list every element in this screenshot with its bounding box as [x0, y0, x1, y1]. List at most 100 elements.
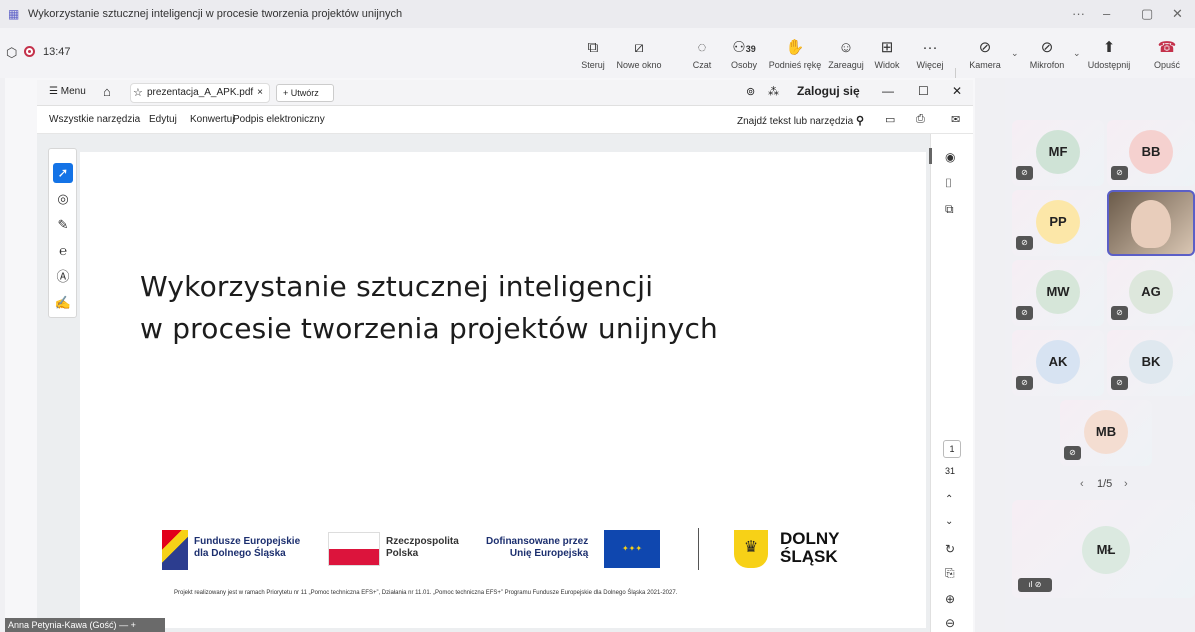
participant-tile-mb[interactable]: MB ⊘	[1060, 400, 1152, 466]
share-button[interactable]: ⬆ Udostępnij	[1087, 38, 1131, 74]
pdf-tab[interactable]: ☆ prezentacja_A_APK.pdf ×	[130, 83, 270, 103]
gallery-next-icon[interactable]: ›	[1124, 478, 1128, 490]
new-window-icon: ⧄	[634, 39, 644, 56]
camera-options-chevron-icon[interactable]: ⌄	[1011, 48, 1019, 59]
select-tool-icon[interactable]: ➚	[53, 163, 73, 183]
lasso-tool-icon[interactable]: ℮	[53, 241, 73, 261]
avatar: MB	[1084, 410, 1128, 454]
more-icon: ···	[922, 39, 938, 56]
home-icon[interactable]: ⌂	[103, 84, 111, 99]
comment-tool-icon[interactable]: ◎	[53, 189, 73, 209]
gallery-pager: 1/5	[1097, 478, 1113, 490]
react-icon: ☺	[838, 39, 854, 56]
mic-muted-icon: ıl ⊘	[1018, 578, 1052, 592]
menu-esign[interactable]: Podpis elektroniczny	[233, 114, 325, 125]
apps-icon[interactable]: ⁂	[768, 85, 779, 98]
zoom-out-icon[interactable]: ⊖	[945, 616, 955, 630]
logo-eu-line1: Dofinansowane przez	[486, 536, 589, 547]
pdf-maximize-button[interactable]: ☐	[918, 84, 929, 98]
page-up-icon[interactable]: ⌃	[945, 494, 953, 505]
page-fit-icon[interactable]: ⎘	[945, 566, 955, 581]
menu-edit[interactable]: Edytuj	[149, 114, 177, 125]
new-tab-button[interactable]: + Utwórz	[276, 84, 334, 102]
ai-assistant-icon[interactable]: ◉	[945, 150, 955, 164]
star-icon[interactable]: ☆	[133, 84, 143, 102]
add-icon[interactable]: — +	[119, 620, 136, 630]
maximize-button[interactable]: ▢	[1141, 6, 1153, 22]
view-button[interactable]: ⊞ Widok	[872, 38, 902, 74]
participant-tile-pp[interactable]: PP ⊘	[1012, 190, 1104, 256]
page-number-input[interactable]: 1	[943, 440, 961, 458]
slide-footer: Projekt realizowany jest w ramach Priory…	[174, 590, 678, 596]
zoom-in-icon[interactable]: ⊕	[945, 592, 955, 606]
help-icon[interactable]: ⊚	[746, 85, 755, 98]
chat-button[interactable]: ◌ Czat	[690, 38, 714, 74]
participant-tile-ak[interactable]: AK ⊘	[1012, 330, 1104, 396]
menu-label: Menu	[60, 86, 86, 97]
comments-icon[interactable]: ⌷	[945, 176, 952, 191]
leave-button[interactable]: ☎ Opuść	[1150, 38, 1184, 74]
participant-tile-ag[interactable]: AG ⊘	[1107, 260, 1195, 326]
logo-rp-line2: Polska	[386, 548, 419, 559]
logo-fe-line2: dla Dolnego Śląska	[194, 548, 286, 559]
page-down-icon[interactable]: ⌄	[945, 516, 953, 527]
copy-icon[interactable]: ⧉	[945, 202, 954, 217]
meeting-toolbar: ⬡ 13:47 ⧉ Steruj ⧄ Nowe okno ◌ Czat ⚇39 Osob…	[0, 28, 1195, 94]
search-icon: ⚲	[855, 115, 865, 127]
tab-close-icon[interactable]: ×	[257, 84, 263, 102]
camera-button[interactable]: ⊘ Kamera	[967, 38, 1003, 74]
refresh-icon[interactable]: ↻	[945, 542, 955, 556]
mail-icon[interactable]: ✉	[951, 113, 960, 126]
eagle-icon: ♛	[734, 530, 768, 568]
search-label: Znajdź tekst lub narzędzia	[737, 116, 854, 127]
self-view-tile[interactable]: MŁ ıl ⊘	[1012, 500, 1195, 598]
react-button[interactable]: ☺ Zareaguj	[826, 38, 866, 74]
sign-tool-icon[interactable]: ✍	[53, 293, 73, 313]
close-button[interactable]: ✕	[1172, 6, 1183, 22]
control-button[interactable]: ⧉ Steruj	[578, 38, 608, 74]
speaker-video-tile[interactable]	[1107, 190, 1195, 256]
save-icon[interactable]: ▭	[885, 113, 895, 126]
logo-ds-line1: DOLNY	[780, 529, 840, 548]
speaker-video-icon	[1131, 200, 1171, 248]
logo-fe: Fundusze Europejskie dla Dolnego Śląska	[194, 536, 300, 560]
more-button[interactable]: ··· Więcej	[915, 38, 945, 74]
pdf-menu-button[interactable]: ☰ Menu	[49, 86, 86, 97]
pdf-search[interactable]: Znajdź tekst lub narzędzia ⚲	[737, 114, 864, 127]
presenter-name-badge: Anna Petynia-Kawa (Gość) — +	[5, 618, 165, 632]
gallery-prev-icon[interactable]: ‹	[1080, 478, 1084, 490]
minimize-button[interactable]: –	[1103, 6, 1110, 21]
mic-button[interactable]: ⊘ Mikrofon	[1025, 38, 1069, 74]
people-button[interactable]: ⚇39 Osoby	[727, 38, 761, 74]
new-window-button[interactable]: ⧄ Nowe okno	[615, 38, 663, 74]
mic-muted-icon: ⊘	[1111, 166, 1128, 180]
participant-tile-bk[interactable]: BK ⊘	[1107, 330, 1195, 396]
avatar: MŁ	[1082, 526, 1130, 574]
scrollbar-thumb[interactable]	[929, 148, 932, 164]
window-more-button[interactable]: ···	[1072, 6, 1085, 21]
presenter-name: Anna Petynia-Kawa (Gość)	[8, 620, 117, 630]
mic-muted-icon: ⊘	[1064, 446, 1081, 460]
logo-eu-line2: Unię Europejską	[509, 548, 589, 559]
mic-options-chevron-icon[interactable]: ⌄	[1073, 48, 1081, 59]
pdf-close-button[interactable]: ✕	[952, 84, 962, 98]
menu-all-tools[interactable]: Wszystkie narzędzia	[49, 114, 140, 125]
pdf-minimize-button[interactable]: —	[882, 84, 894, 98]
menu-convert[interactable]: Konwertuj	[190, 114, 234, 125]
people-count: 39	[745, 44, 756, 54]
view-icon: ⊞	[880, 39, 894, 56]
participant-tile-mw[interactable]: MW ⊘	[1012, 260, 1104, 326]
login-button[interactable]: Zaloguj się	[797, 84, 860, 98]
raise-hand-button[interactable]: ✋ Podnieś rękę	[767, 38, 823, 74]
pen-tool-icon[interactable]: ✎	[53, 215, 73, 235]
mic-muted-icon: ⊘	[1111, 376, 1128, 390]
recording-icon	[24, 46, 35, 57]
print-icon[interactable]: ⎙	[916, 113, 925, 126]
text-tool-icon[interactable]: Ⓐ	[53, 267, 73, 287]
participant-tile-bb[interactable]: BB ⊘	[1107, 120, 1195, 186]
logo-fe-line1: Fundusze Europejskie	[194, 536, 301, 547]
participant-tile-mf[interactable]: MF ⊘	[1012, 120, 1104, 186]
logo-rp: Rzeczpospolita Polska	[386, 536, 459, 560]
pdf-page: Wykorzystanie sztucznej inteligencji w p…	[80, 152, 926, 628]
logo-rp-line1: Rzeczpospolita	[386, 536, 459, 547]
